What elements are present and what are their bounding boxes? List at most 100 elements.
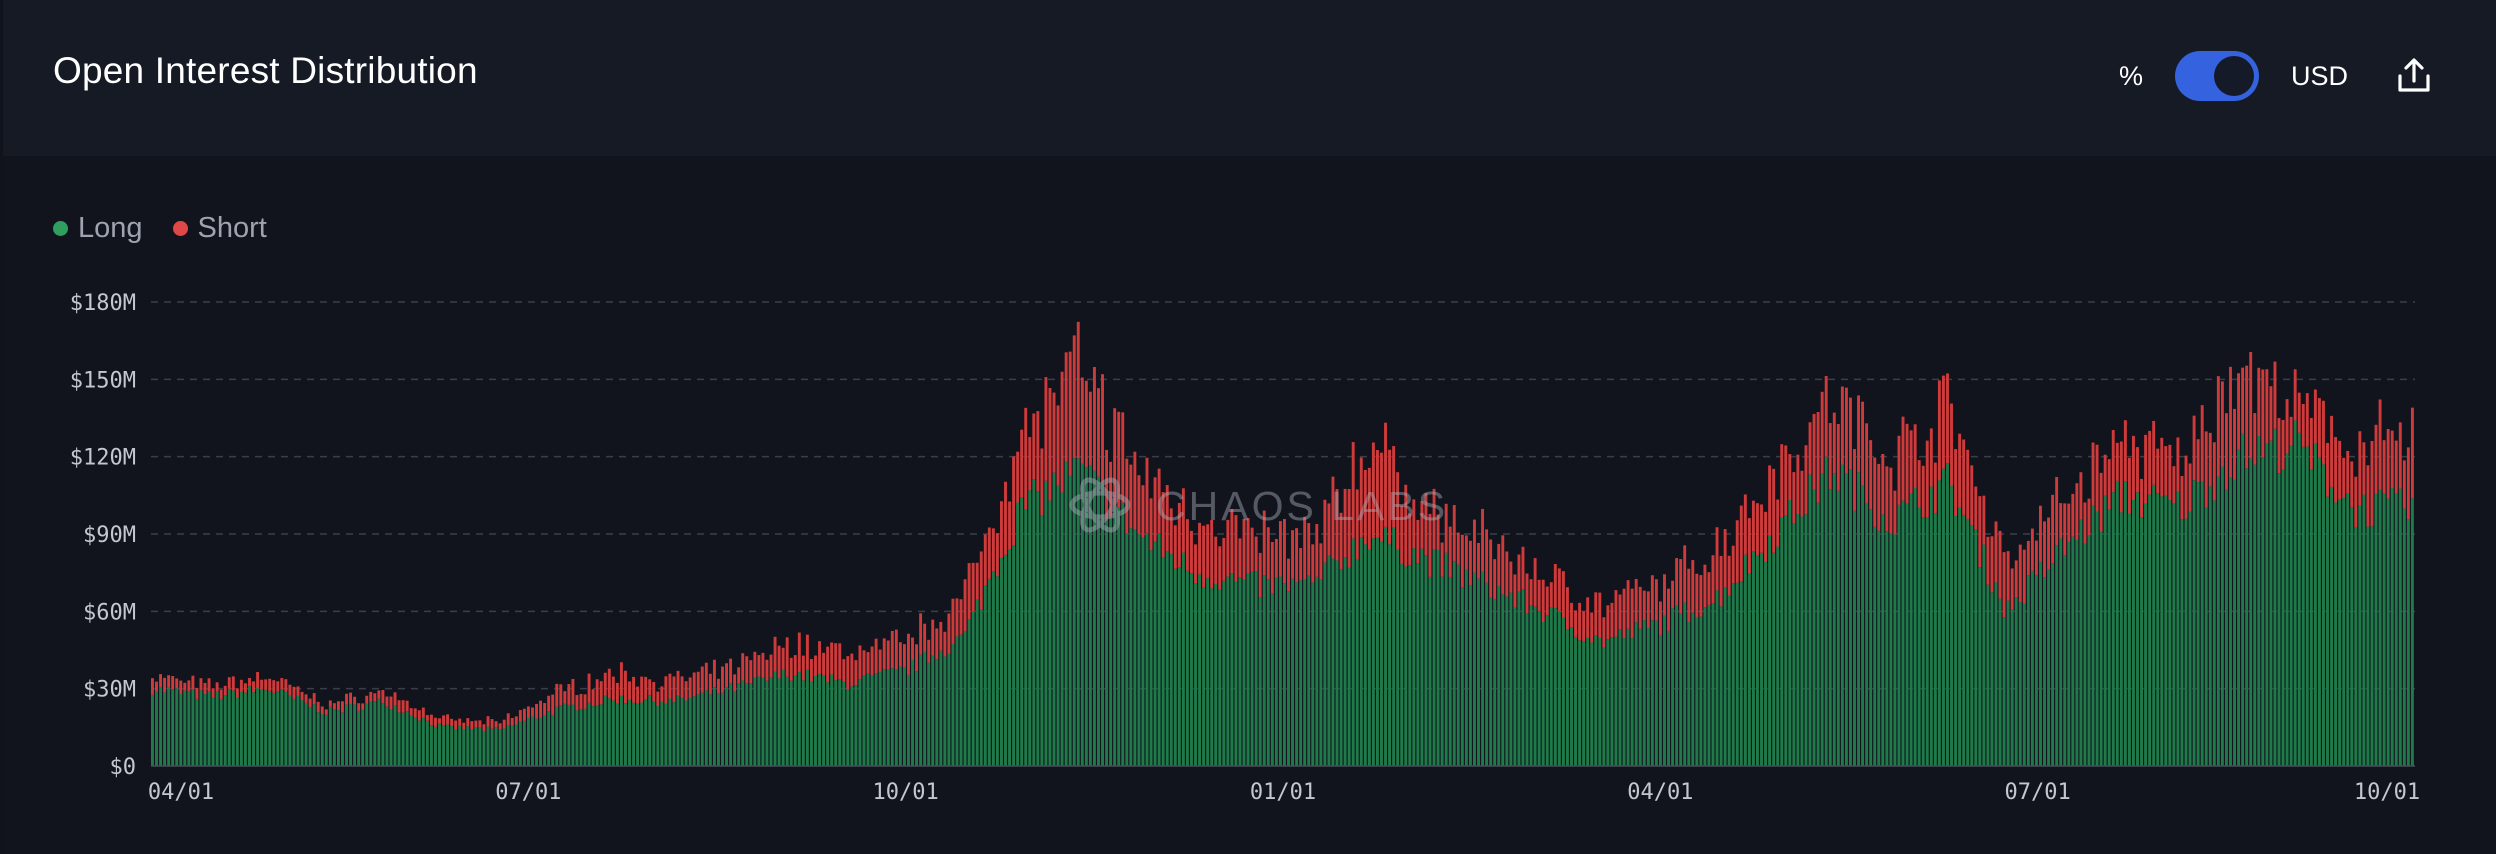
bar-short bbox=[894, 629, 898, 670]
bar-long bbox=[1319, 578, 1323, 766]
bar-short bbox=[373, 693, 377, 702]
bar-short bbox=[425, 715, 429, 721]
bar-short bbox=[547, 695, 551, 712]
bar-short bbox=[1695, 573, 1699, 618]
bar-short bbox=[1905, 423, 1909, 504]
bar-long bbox=[1788, 500, 1792, 766]
bar-long bbox=[1481, 571, 1485, 766]
bar-short bbox=[2220, 381, 2224, 467]
bar-long bbox=[1169, 554, 1173, 766]
bar-short bbox=[1254, 536, 1258, 572]
bar-short bbox=[2172, 466, 2176, 503]
bar-short bbox=[2386, 429, 2390, 499]
bar-short bbox=[809, 659, 813, 682]
bar-short bbox=[1646, 591, 1650, 628]
bar-short bbox=[1489, 539, 1493, 598]
bar-long bbox=[159, 686, 162, 766]
bar-long bbox=[652, 701, 656, 766]
bar-long bbox=[518, 721, 522, 766]
bar-short bbox=[2342, 457, 2346, 499]
bar-short bbox=[389, 696, 393, 710]
bar-long bbox=[1513, 607, 1517, 766]
bar-short bbox=[1614, 590, 1618, 637]
bar-long bbox=[648, 695, 652, 766]
bar-long bbox=[2297, 432, 2301, 766]
bar-long bbox=[1517, 591, 1521, 766]
y-tick-label: $30M bbox=[83, 678, 136, 703]
x-tick-label: 01/01 bbox=[1250, 780, 1316, 805]
bar-long bbox=[1594, 635, 1598, 766]
bar-short bbox=[2136, 447, 2139, 493]
bar-long bbox=[1719, 606, 1723, 766]
bar-long bbox=[215, 691, 219, 766]
bar-long bbox=[911, 659, 914, 766]
bar-short bbox=[870, 646, 874, 676]
bar-long bbox=[2075, 539, 2079, 766]
bar-short bbox=[1206, 524, 1210, 579]
bar-long bbox=[1161, 557, 1165, 766]
bar-long bbox=[2212, 500, 2216, 766]
bar-short bbox=[1570, 602, 1573, 628]
bar-short bbox=[773, 636, 777, 672]
bar-long bbox=[2370, 526, 2374, 766]
bar-short bbox=[1578, 602, 1582, 641]
bar-short bbox=[332, 703, 336, 710]
bar-short bbox=[781, 647, 785, 670]
bar-long bbox=[2156, 493, 2160, 766]
bar-short bbox=[955, 598, 959, 637]
bar-short bbox=[405, 700, 409, 712]
bar-long bbox=[1343, 557, 1347, 766]
bar-long bbox=[1424, 555, 1428, 766]
bar-short bbox=[421, 707, 425, 718]
bar-short bbox=[1913, 424, 1917, 488]
bar-long bbox=[243, 692, 247, 766]
bar-long bbox=[1173, 568, 1177, 766]
bar-long bbox=[2394, 493, 2398, 766]
bar-long bbox=[377, 698, 381, 766]
bar-long bbox=[1905, 503, 1909, 766]
bar-long bbox=[2200, 481, 2204, 766]
bar-long bbox=[1756, 555, 1759, 766]
bar-long bbox=[211, 697, 215, 766]
x-tick-label: 10/01 bbox=[2354, 780, 2420, 805]
bar-long bbox=[1566, 629, 1569, 766]
bar-short bbox=[2350, 461, 2354, 507]
bar-long bbox=[425, 720, 429, 766]
bar-short bbox=[2014, 560, 2018, 598]
bar-short bbox=[1921, 465, 1925, 518]
bar-short bbox=[2010, 568, 2014, 610]
bar-long bbox=[1541, 622, 1545, 766]
watermark-text: CHAOS LABS bbox=[1156, 483, 1448, 529]
bar-short bbox=[624, 670, 627, 704]
bar-short bbox=[462, 722, 466, 730]
bar-long bbox=[2091, 505, 2095, 766]
bar-long bbox=[1792, 523, 1796, 766]
bar-long bbox=[583, 708, 587, 766]
bar-short bbox=[1719, 555, 1723, 607]
bar-short bbox=[429, 714, 433, 726]
bar-long bbox=[1897, 504, 1901, 766]
bar-long bbox=[1582, 641, 1586, 766]
bar-long bbox=[1266, 579, 1270, 766]
bar-short bbox=[155, 681, 158, 692]
bar-short bbox=[1792, 472, 1796, 524]
bar-long bbox=[2002, 617, 2006, 766]
bar-short bbox=[1671, 580, 1675, 609]
bar-long bbox=[1800, 516, 1804, 766]
bar-short bbox=[502, 719, 506, 729]
bar-short bbox=[1857, 395, 1860, 473]
bar-long bbox=[878, 671, 882, 766]
bar-short bbox=[2063, 503, 2067, 556]
bar-short bbox=[2382, 440, 2386, 494]
bar-long bbox=[1375, 537, 1379, 766]
bar-long bbox=[915, 671, 919, 766]
bar-long bbox=[438, 723, 441, 766]
bar-short bbox=[526, 706, 530, 718]
bar-short bbox=[692, 672, 696, 697]
bar-long bbox=[696, 694, 700, 766]
bar-long bbox=[1986, 584, 1990, 766]
bar-long bbox=[1210, 588, 1214, 766]
bar-short bbox=[1840, 386, 1844, 465]
bar-long bbox=[357, 710, 361, 766]
bar-short bbox=[1844, 387, 1848, 474]
